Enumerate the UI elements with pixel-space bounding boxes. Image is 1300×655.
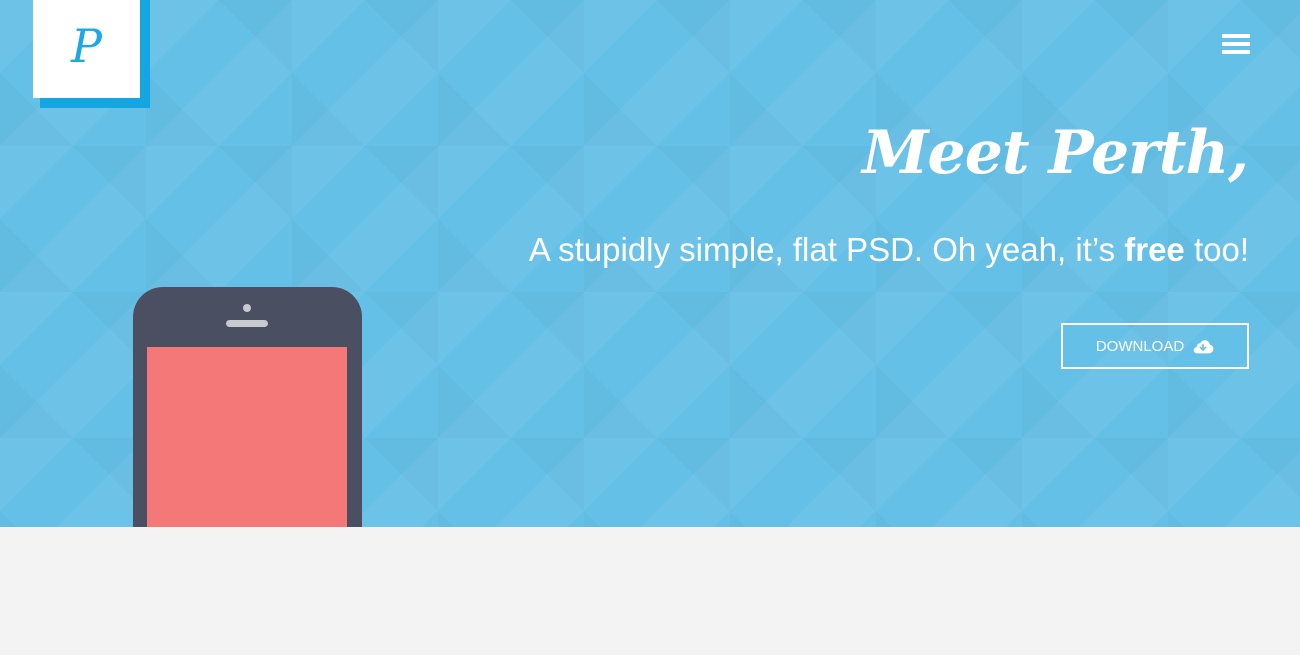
hero-tagline: A stupidly simple, flat PSD. Oh yeah, it… (529, 231, 1249, 269)
logo-letter: P (71, 19, 102, 73)
phone-screen (147, 347, 347, 527)
tagline-bold: free (1124, 231, 1185, 268)
phone-camera (243, 304, 251, 312)
tagline-suffix: too! (1184, 231, 1249, 268)
hamburger-menu-icon[interactable] (1222, 34, 1250, 56)
tagline-prefix: A stupidly simple, flat PSD. Oh yeah, it… (528, 231, 1125, 268)
hero-title: Meet Perth, (862, 118, 1249, 188)
download-label: DOWNLOAD (1095, 337, 1185, 355)
phone-speaker (226, 320, 268, 327)
phone-illustration (133, 287, 362, 527)
download-button[interactable]: DOWNLOAD (1061, 323, 1249, 369)
hero-section: P Meet Perth, A stupidly simple, flat PS… (0, 0, 1300, 527)
cloud-download-icon (1193, 340, 1214, 354)
logo-button[interactable]: P (33, 0, 140, 98)
